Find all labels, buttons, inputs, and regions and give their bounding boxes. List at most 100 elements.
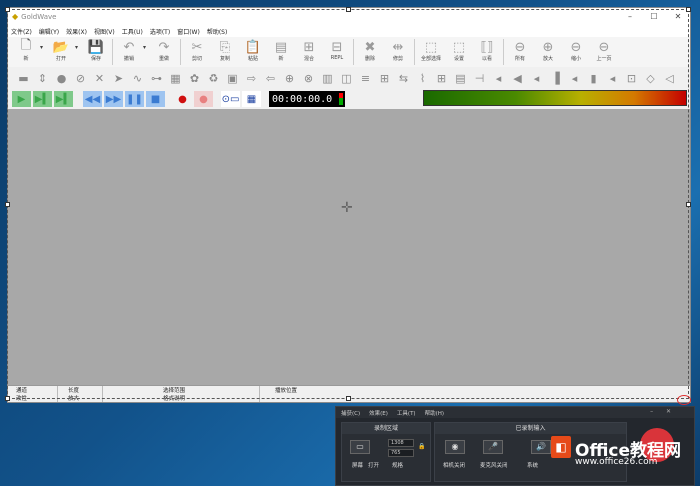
effect-icon-0[interactable]: ▬: [14, 72, 33, 85]
transport-button-7[interactable]: ●: [173, 91, 192, 107]
dropdown-arrow-icon[interactable]: ▾: [143, 39, 150, 51]
menu-item-2[interactable]: 效果(X): [66, 27, 87, 36]
menu-item-6[interactable]: 窗口(W): [177, 27, 200, 36]
rec-minimize-button[interactable]: –: [650, 408, 653, 415]
effect-icon-25[interactable]: ◂: [489, 72, 508, 85]
effect-icon-5[interactable]: ➤: [109, 72, 128, 85]
toolbar-button-0[interactable]: 🗋 新: [12, 38, 40, 62]
effect-icon-3[interactable]: ⊘: [71, 72, 90, 85]
transport-button-0[interactable]: ▶: [12, 91, 31, 107]
effect-icon-32[interactable]: ⊡: [622, 72, 641, 85]
effect-icon-4[interactable]: ✕: [90, 72, 109, 85]
dropdown-arrow-icon[interactable]: ▾: [40, 39, 47, 51]
effect-icon-19[interactable]: ⊞: [375, 72, 394, 85]
effect-icon-22[interactable]: ⊞: [432, 72, 451, 85]
toolbar-button-6[interactable]: ⎘ 复制: [211, 39, 239, 63]
toolbar-button-9[interactable]: ⊞ 混合: [295, 39, 323, 63]
menu-item-1[interactable]: 编辑(Y): [39, 27, 59, 36]
resize-handle-tl[interactable]: [5, 7, 10, 12]
toolbar-button-5[interactable]: ✂ 剪切: [183, 39, 211, 63]
effect-icon-18[interactable]: ≡: [356, 72, 375, 85]
effect-icon-24[interactable]: ⊣: [470, 72, 489, 85]
camera-icon[interactable]: ◉: [445, 440, 465, 454]
effect-icon-28[interactable]: ▐: [546, 72, 565, 85]
transport-button-5[interactable]: ❚❚: [125, 91, 144, 107]
rec-menu-tools[interactable]: 工具(T): [397, 409, 416, 417]
resize-handle-top[interactable]: [346, 7, 351, 12]
lock-icon[interactable]: 🔒: [418, 443, 425, 450]
toolbar-button-17[interactable]: ⊕ 放大: [534, 39, 562, 63]
transport-button-10[interactable]: ▦: [242, 91, 261, 107]
transport-button-1[interactable]: ▶▍: [33, 91, 52, 107]
effect-icon-15[interactable]: ⊗: [299, 72, 318, 85]
effect-icon-2[interactable]: ●: [52, 72, 71, 85]
effect-icon-13[interactable]: ⇦: [261, 72, 280, 85]
maximize-button[interactable]: ☐: [642, 12, 666, 21]
effect-icon-8[interactable]: ▦: [166, 72, 185, 85]
transport-button-6[interactable]: ■: [146, 91, 165, 107]
close-button[interactable]: ✕: [666, 12, 690, 21]
effect-icon-11[interactable]: ▣: [223, 72, 242, 85]
toolbar-button-4[interactable]: ↷ 重做: [150, 39, 178, 63]
menu-item-3[interactable]: 视图(V): [94, 27, 115, 36]
toolbar-button-12[interactable]: ⇹ 修剪: [384, 39, 412, 63]
toolbar-button-2[interactable]: 💾 保存: [82, 39, 110, 63]
toolbar-button-15[interactable]: ⟦⟧ 以看: [473, 39, 501, 63]
effect-icon-17[interactable]: ◫: [337, 72, 356, 85]
resize-handle-bl[interactable]: [5, 396, 10, 401]
open-label[interactable]: 打开: [368, 461, 379, 469]
effect-icon-12[interactable]: ⇨: [242, 72, 261, 85]
menu-item-5[interactable]: 选项(T): [150, 27, 170, 36]
toolbar-button-19[interactable]: ⊖ 上一页: [590, 39, 618, 63]
effect-icon-10[interactable]: ♻: [204, 72, 223, 85]
toolbar-button-14[interactable]: ⬚ 设置: [445, 39, 473, 63]
toolbar-button-8[interactable]: ▤ 新: [267, 39, 295, 63]
waveform-area[interactable]: ✛: [8, 109, 690, 386]
transport-button-2[interactable]: ▶▍: [54, 91, 73, 107]
screen-icon[interactable]: ▭: [350, 440, 370, 454]
effect-icon-33[interactable]: ◇: [641, 72, 660, 85]
minimize-button[interactable]: –: [618, 12, 642, 21]
menu-item-4[interactable]: 工具(U): [122, 27, 143, 36]
height-field[interactable]: 765: [388, 449, 414, 457]
effect-icon-6[interactable]: ∿: [128, 72, 147, 85]
effect-icon-30[interactable]: ▮: [584, 72, 603, 85]
resize-handle-right[interactable]: [686, 202, 691, 207]
effect-icon-21[interactable]: ⌇: [413, 72, 432, 85]
effect-icon-29[interactable]: ◂: [565, 72, 584, 85]
microphone-icon[interactable]: 🎤: [483, 440, 503, 454]
toolbar-button-10[interactable]: ⊟ REPL: [323, 39, 351, 62]
width-field[interactable]: 1308: [388, 439, 414, 447]
rec-menu-help[interactable]: 帮助(H): [425, 409, 444, 417]
resize-handle-bottom[interactable]: [346, 396, 351, 401]
toolbar-button-13[interactable]: ⬚ 全部选择: [417, 39, 445, 63]
transport-button-9[interactable]: ⊙▭: [221, 91, 240, 107]
dropdown-arrow-icon[interactable]: ▾: [75, 39, 82, 51]
transport-button-4[interactable]: ▶▶: [104, 91, 123, 107]
effect-icon-27[interactable]: ◂: [527, 72, 546, 85]
menu-item-0[interactable]: 文件(Z): [11, 27, 32, 36]
rec-close-button[interactable]: ✕: [666, 408, 671, 415]
toolbar-button-1[interactable]: 📂 打开: [47, 39, 75, 63]
toolbar-button-16[interactable]: ⊖ 所有: [506, 39, 534, 63]
toolbar-button-3[interactable]: ↶ 撤销: [115, 39, 143, 63]
effect-icon-23[interactable]: ▤: [451, 72, 470, 85]
effect-icon-20[interactable]: ⇆: [394, 72, 413, 85]
transport-button-3[interactable]: ◀◀: [83, 91, 102, 107]
effect-icon-31[interactable]: ◂: [603, 72, 622, 85]
rec-menu-capture[interactable]: 捕获(C): [341, 409, 360, 417]
menu-item-7[interactable]: 帮助(S): [207, 27, 228, 36]
effect-icon-14[interactable]: ⊕: [280, 72, 299, 85]
toolbar-button-18[interactable]: ⊖ 缩小: [562, 39, 590, 63]
effect-icon-16[interactable]: ▥: [318, 72, 337, 85]
effect-icon-9[interactable]: ✿: [185, 72, 204, 85]
effect-icon-34[interactable]: ◁: [660, 72, 679, 85]
effect-icon-26[interactable]: ◀: [508, 72, 527, 85]
toolbar-button-11[interactable]: ✖ 删除: [356, 39, 384, 63]
toolbar-button-7[interactable]: 📋 粘贴: [239, 39, 267, 63]
resize-handle-left[interactable]: [5, 202, 10, 207]
effect-icon-7[interactable]: ⊶: [147, 72, 166, 85]
rec-menu-effects[interactable]: 效果(E): [369, 409, 388, 417]
transport-button-8[interactable]: ●: [194, 91, 213, 107]
effect-icon-1[interactable]: ⇕: [33, 72, 52, 85]
